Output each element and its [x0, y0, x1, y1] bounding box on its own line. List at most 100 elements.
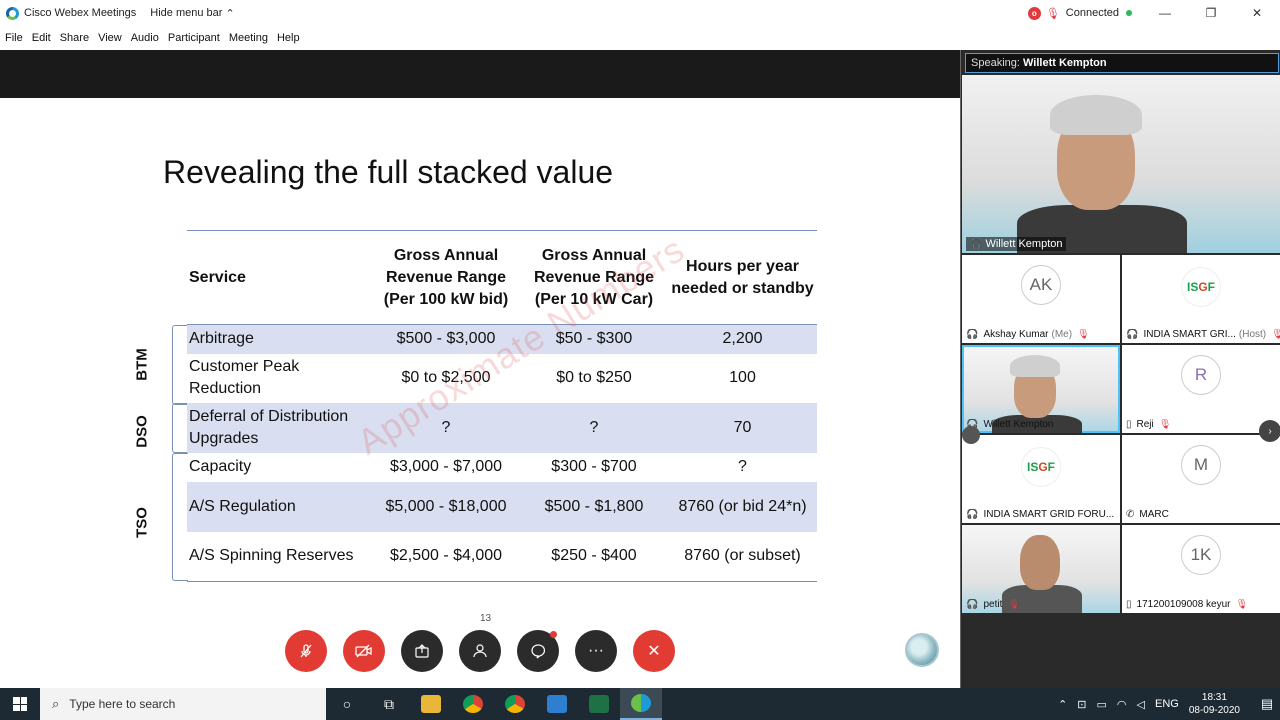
participant-name: Akshay Kumar	[983, 329, 1049, 340]
participant-name-row: 🎧 Willett Kempton	[966, 419, 1120, 430]
table-row: Capacity $3,000 - $7,000 $300 - $700 ?	[187, 453, 817, 482]
header-rev-100kw: Gross Annual Revenue Range (Per 100 kW b…	[372, 230, 520, 325]
minimize-button[interactable]: —	[1142, 0, 1188, 26]
chat-button[interactable]	[517, 630, 559, 672]
close-window-button[interactable]: ✕	[1234, 0, 1280, 26]
file-explorer-icon[interactable]	[410, 688, 452, 720]
participant-name: Willett Kempton	[983, 419, 1054, 430]
language-indicator[interactable]: ENG	[1155, 698, 1179, 710]
system-tray: ⌃ ⊡ ▭ ◠ ◁ ENG 18:31 08-09-2020 ▤	[1058, 688, 1280, 720]
participant-name: INDIA SMART GRID FORU...	[983, 509, 1115, 520]
participant-tile-isgf[interactable]: ISGF 🎧 INDIA SMART GRID FORU... 🎙	[962, 435, 1120, 523]
menu-participant[interactable]: Participant	[168, 32, 220, 44]
value-table-wrapper: Service Gross Annual Revenue Range (Per …	[187, 230, 817, 582]
cell-service: A/S Spinning Reserves	[187, 531, 372, 582]
menu-meeting[interactable]: Meeting	[229, 32, 268, 44]
speaker-name-tag: 🎧 Willett Kempton	[966, 237, 1067, 251]
menu-edit[interactable]: Edit	[32, 32, 51, 44]
muted-mic-icon[interactable]: 🎙	[1046, 7, 1060, 20]
cortana-icon[interactable]: ○	[326, 688, 368, 720]
next-page-arrow-icon[interactable]: ›	[1259, 420, 1280, 442]
participant-tile-willett[interactable]: 🎧 Willett Kempton	[962, 345, 1120, 433]
clock-time: 18:31	[1201, 692, 1227, 703]
chat-unread-dot	[550, 631, 557, 638]
menu-view[interactable]: View	[98, 32, 122, 44]
wifi-icon[interactable]: ◠	[1117, 698, 1127, 711]
taskbar-search[interactable]: ⌕ Type here to search	[40, 688, 326, 720]
cell-rev-100kw: $3,000 - $7,000	[389, 458, 503, 475]
muted-mic-icon: 🎙	[1271, 329, 1280, 340]
more-options-button[interactable]: ···	[575, 630, 617, 672]
active-speaker-video[interactable]: 🎧 Willett Kempton	[962, 75, 1280, 253]
start-button[interactable]	[0, 688, 40, 720]
speaking-label: Speaking:	[971, 57, 1020, 69]
photos-icon[interactable]	[536, 688, 578, 720]
title-bar: Cisco Webex Meetings Hide menu bar ⌃ o 🎙…	[0, 0, 1280, 26]
maximize-button[interactable]: ❐	[1188, 0, 1234, 26]
participant-name-row: ▯ Reji 🎙	[1126, 419, 1280, 430]
cell-rev-10kw: $500 - $1,800	[520, 481, 668, 532]
battery-icon[interactable]: ▭	[1097, 698, 1107, 711]
participant-name: 171200109008 keyur	[1136, 599, 1231, 610]
webex-taskbar-icon[interactable]	[620, 688, 662, 720]
menu-share[interactable]: Share	[60, 32, 89, 44]
chrome-icon[interactable]	[452, 688, 494, 720]
recording-icon[interactable]: o	[1027, 6, 1041, 20]
participant-tile-keyur[interactable]: 1K ▯ 171200109008 keyur 🎙	[1122, 525, 1280, 613]
cell-rev-10kw: $0 to $250	[556, 369, 632, 386]
task-view-icon[interactable]: ⧉	[368, 688, 410, 720]
participants-button[interactable]	[459, 630, 501, 672]
phone-icon: ▯	[1126, 599, 1132, 610]
cell-service: Deferral of Distribution Upgrades	[187, 402, 372, 453]
menu-audio[interactable]: Audio	[131, 32, 159, 44]
chat-icon	[531, 644, 546, 659]
hide-menu-bar-button[interactable]: Hide menu bar ⌃	[150, 7, 234, 20]
chrome-profile-icon[interactable]	[494, 688, 536, 720]
share-button[interactable]	[401, 630, 443, 672]
table-row: Deferral of Distribution Upgrades ? ? 70	[187, 402, 817, 453]
mute-button[interactable]	[285, 630, 327, 672]
menu-file[interactable]: File	[5, 32, 23, 44]
previous-page-arrow-icon[interactable]	[962, 426, 980, 444]
title-right-group: o 🎙 Connected — ❐ ✕	[1027, 0, 1280, 26]
hide-menu-label: Hide menu bar	[150, 7, 223, 19]
muted-mic-icon: 🎙	[1077, 329, 1090, 340]
cell-rev-10kw: ?	[520, 402, 668, 453]
participant-name: Reji	[1136, 419, 1154, 430]
menu-help[interactable]: Help	[277, 32, 300, 44]
tray-chevron-icon[interactable]: ⌃	[1058, 698, 1067, 711]
header-hours: Hours per year needed or standby	[668, 230, 817, 325]
participant-name-row: 🎧 INDIA SMART GRID FORU... 🎙	[966, 509, 1120, 520]
cell-hours: ?	[738, 458, 747, 475]
stop-video-button[interactable]	[343, 630, 385, 672]
slide-page-number: 13	[480, 613, 492, 624]
avatar: AK	[1021, 265, 1061, 305]
network-icon[interactable]: ⊡	[1077, 698, 1086, 711]
participant-tile-akshay[interactable]: AK 🎧 Akshay Kumar (Me) 🎙	[962, 255, 1120, 343]
cell-rev-100kw: $5,000 - $18,000	[372, 481, 520, 532]
main-speaker-name: Willett Kempton	[985, 238, 1063, 250]
leave-meeting-button[interactable]: ✕	[633, 630, 675, 672]
participant-name-row: 🎧 petit 🎙	[966, 599, 1120, 610]
connection-status: Connected	[1065, 7, 1119, 19]
participant-role: (Me)	[1051, 329, 1073, 340]
volume-icon[interactable]: ◁	[1137, 698, 1145, 711]
group-label-btm: BTM	[133, 348, 151, 381]
participant-tile-reji[interactable]: R ▯ Reji 🎙	[1122, 345, 1280, 433]
chevron-up-icon: ⌃	[225, 7, 235, 20]
avatar: M	[1181, 445, 1221, 485]
excel-icon[interactable]	[578, 688, 620, 720]
slide-title: Revealing the full stacked value	[163, 154, 614, 190]
windows-logo-icon	[13, 697, 27, 711]
participant-tile-petit[interactable]: 🎧 petit 🎙	[962, 525, 1120, 613]
cell-service: A/S Regulation	[187, 481, 372, 532]
group-label-dso: DSO	[133, 415, 151, 448]
notifications-icon[interactable]: ▤	[1254, 696, 1280, 712]
participant-tile-isgf-host[interactable]: IS G F 🎧 INDIA SMART GRI... (Host) 🎙	[1122, 255, 1280, 343]
headset-icon: 🎧	[966, 329, 979, 340]
cell-hours: 8760 (or bid 24*n)	[668, 481, 817, 532]
participant-tile-marc[interactable]: M ✆ MARC	[1122, 435, 1280, 523]
taskbar-clock[interactable]: 18:31 08-09-2020	[1189, 691, 1240, 717]
muted-mic-icon: 🎙	[1235, 599, 1249, 610]
phone-icon: ▯	[1126, 419, 1132, 430]
